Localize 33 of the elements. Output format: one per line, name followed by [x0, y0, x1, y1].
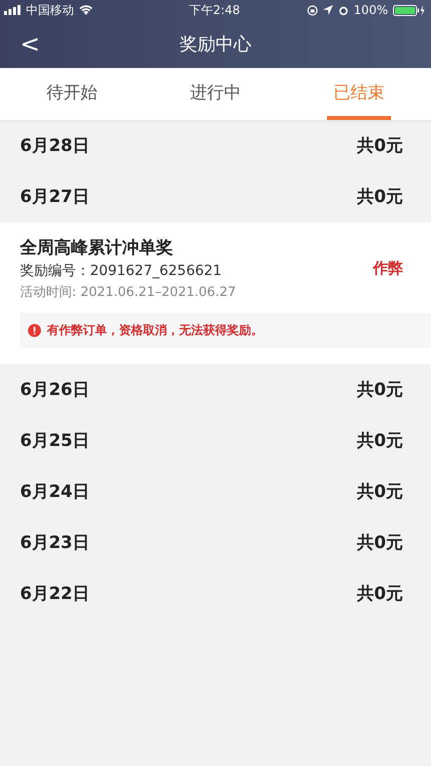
total-amount: 共0元 — [357, 532, 403, 554]
tab[interactable]: 待开始 — [40, 68, 104, 120]
tab[interactable]: 进行中 — [184, 68, 248, 120]
total-amount: 共0元 — [357, 583, 403, 605]
status-time: 下午2:48 — [189, 2, 240, 18]
total-amount: 共0元 — [357, 379, 403, 401]
award-status: 作弊 — [373, 259, 403, 278]
signal-icon — [4, 5, 21, 15]
award-title: 全周高峰累计冲单奖 — [20, 237, 174, 259]
battery-percent: 100% — [354, 3, 388, 17]
date-label: 6月27日 — [20, 186, 90, 208]
award-number: 奖励编号：2091627_6256621 — [20, 262, 223, 280]
wifi-icon — [79, 5, 93, 15]
battery-charging-icon — [392, 4, 425, 16]
back-button[interactable]: < — [12, 30, 48, 58]
date-label: 6月26日 — [20, 379, 90, 401]
date-label: 6月23日 — [20, 532, 90, 554]
activity-period: 活动时间: 2021.06.21–2021.06.27 — [20, 284, 236, 301]
total-amount: 共0元 — [357, 481, 403, 503]
location-icon — [322, 5, 333, 15]
warning-text: 有作弊订单，资格取消，无法获得奖励。 — [47, 322, 263, 339]
date-label: 6月25日 — [20, 430, 90, 452]
total-amount: 共0元 — [357, 135, 403, 157]
date-label: 6月22日 — [20, 583, 90, 605]
date-label: 6月24日 — [20, 481, 90, 503]
alarm-icon — [338, 4, 349, 16]
total-amount: 共0元 — [357, 430, 403, 452]
total-amount: 共0元 — [357, 186, 403, 208]
rotation-lock-icon — [306, 4, 318, 16]
page-title: 奖励中心 — [180, 33, 252, 56]
carrier-name: 中国移动 — [26, 2, 74, 18]
warning-icon — [28, 324, 41, 337]
date-label: 6月28日 — [20, 135, 90, 157]
